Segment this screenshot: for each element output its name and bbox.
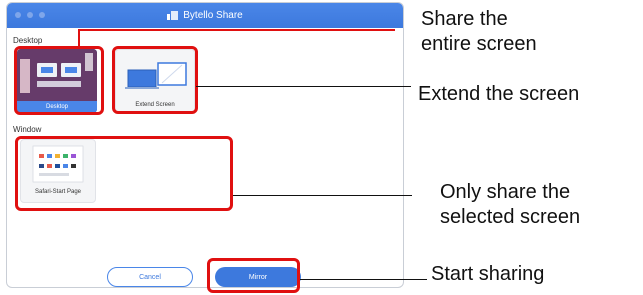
- window-title: Bytello Share: [183, 10, 243, 21]
- window-highlight: [15, 136, 233, 211]
- connector-only-share: [233, 195, 412, 196]
- minimize-dot-icon[interactable]: [27, 12, 33, 18]
- annotation-share-entire-line1: Share the: [421, 8, 508, 30]
- connector-start-sharing: [300, 279, 427, 280]
- bytello-logo-icon: [167, 11, 179, 20]
- connector-extend: [196, 86, 411, 87]
- connector-share-entire-vertical: [78, 29, 80, 47]
- annotation-only-share-line1: Only share the: [440, 181, 571, 203]
- annotation-share-entire: Share the entire screen: [421, 7, 537, 57]
- cancel-button[interactable]: Cancel: [107, 267, 193, 287]
- connector-share-entire: [78, 29, 395, 31]
- annotation-start-sharing: Start sharing: [431, 263, 545, 285]
- mirror-highlight: [207, 258, 300, 293]
- zoom-dot-icon[interactable]: [39, 12, 45, 18]
- annotation-extend: Extend the screen: [418, 83, 580, 105]
- annotation-only-share: Only share the selected screen: [440, 180, 580, 230]
- section-label-window: Window: [13, 125, 42, 134]
- window-controls: [15, 12, 45, 18]
- close-dot-icon[interactable]: [15, 12, 21, 18]
- extend-screen-highlight: [112, 46, 198, 114]
- annotation-share-entire-line2: entire screen: [421, 33, 537, 55]
- annotation-only-share-line2: selected screen: [440, 206, 581, 228]
- desktop-highlight: [14, 46, 104, 115]
- app-brand: Bytello Share: [167, 10, 243, 21]
- title-bar: Bytello Share: [7, 3, 403, 28]
- section-label-desktop: Desktop: [13, 36, 43, 45]
